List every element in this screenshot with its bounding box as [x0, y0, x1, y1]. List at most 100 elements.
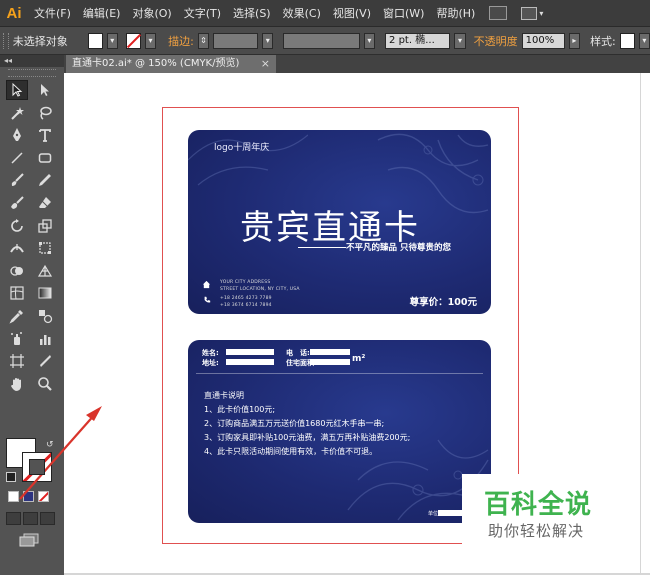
- blend-tool-icon[interactable]: [34, 306, 56, 326]
- eraser-tool-icon[interactable]: [34, 193, 56, 213]
- artboard-tool-icon[interactable]: [6, 351, 28, 371]
- opacity-label[interactable]: 不透明度: [474, 33, 518, 49]
- draw-behind-icon[interactable]: [23, 512, 38, 525]
- instruction-line: 2、订购商品满五万元送价值1680元红木手串一串;: [204, 419, 385, 428]
- fill-dropdown[interactable]: ▾: [106, 32, 118, 49]
- style-label: 样式:: [590, 34, 616, 48]
- stroke-swatch[interactable]: [125, 32, 141, 49]
- slice-tool-icon[interactable]: [34, 351, 56, 371]
- menu-effect[interactable]: 效果(C): [277, 5, 327, 21]
- tools-panel-collapse[interactable]: ◂◂: [0, 55, 64, 67]
- width-tool-icon[interactable]: [6, 238, 28, 258]
- opacity-dropdown[interactable]: ▸: [568, 32, 581, 49]
- eyedropper-tool-icon[interactable]: [6, 306, 28, 326]
- graphic-style-dropdown[interactable]: ▾: [638, 32, 650, 49]
- draw-inside-icon[interactable]: [40, 512, 55, 525]
- document-tab[interactable]: 直通卡02.ai* @ 150% (CMYK/预览) ×: [66, 55, 276, 73]
- canvas-area[interactable]: logo十周年庆 贵宾直通卡 不平凡的臻品 只待尊贵的您 YOUR CITY A…: [19, 73, 640, 573]
- fill-swatch[interactable]: [87, 32, 103, 49]
- scale-tool-icon[interactable]: [34, 216, 56, 236]
- divider: [196, 373, 483, 374]
- menu-object[interactable]: 对象(O): [126, 5, 177, 21]
- instruction-line: 1、此卡价值100元;: [204, 405, 276, 414]
- zoom-tool-icon[interactable]: [34, 374, 56, 394]
- hand-tool-icon[interactable]: [6, 374, 28, 394]
- paintbrush-tool-icon[interactable]: [6, 170, 28, 190]
- mesh-tool-icon[interactable]: [6, 283, 28, 303]
- brush-definition-dropdown[interactable]: ▾: [454, 32, 466, 49]
- bridge-icon[interactable]: [489, 6, 508, 20]
- direct-selection-tool-icon[interactable]: [34, 80, 56, 100]
- magic-wand-tool-icon[interactable]: [6, 103, 28, 123]
- area-field: [310, 359, 350, 365]
- panel-grip[interactable]: [3, 32, 9, 49]
- watermark: 百科全说 助你轻松解决: [462, 474, 632, 549]
- blob-brush-tool-icon[interactable]: [6, 193, 28, 213]
- graphic-style-swatch[interactable]: [619, 32, 635, 49]
- vertical-scrollbar[interactable]: [640, 73, 650, 575]
- address-label: 地址:: [202, 359, 219, 367]
- card-price: 尊享价：100元: [409, 297, 477, 308]
- tools-panel-grip[interactable]: [8, 69, 56, 77]
- menu-type[interactable]: 文字(T): [178, 5, 227, 21]
- column-graph-tool-icon[interactable]: [34, 329, 56, 349]
- phone-label: 电 话:: [286, 349, 310, 357]
- instruction-line: 3、订购家具即补贴100元油费，满五万再补贴油费200元;: [204, 433, 411, 442]
- rotate-tool-icon[interactable]: [6, 216, 28, 236]
- draw-normal-icon[interactable]: [6, 512, 21, 525]
- watermark-subtitle: 助你轻松解决: [488, 522, 585, 540]
- name-label: 姓名:: [202, 349, 219, 357]
- gradient-tool-icon[interactable]: [34, 283, 56, 303]
- type-tool-icon[interactable]: [34, 125, 56, 145]
- menu-window[interactable]: 窗口(W): [377, 5, 430, 21]
- document-tab-bar: 直通卡02.ai* @ 150% (CMYK/预览) ×: [64, 55, 650, 73]
- stroke-dropdown[interactable]: ▾: [144, 32, 157, 49]
- stroke-weight-dropdown[interactable]: ▾: [262, 32, 274, 49]
- name-field: [226, 349, 274, 355]
- menu-bar: Ai 文件(F) 编辑(E) 对象(O) 文字(T) 选择(S) 效果(C) 视…: [0, 0, 650, 27]
- decorative-swirl-icon: [188, 134, 308, 186]
- phone-field: [310, 349, 350, 355]
- address-line: STREET LOCATION, NY CITY, USA: [220, 287, 300, 292]
- pen-tool-icon[interactable]: [6, 125, 28, 145]
- line-segment-tool-icon[interactable]: [6, 148, 28, 168]
- instructions-heading: 直通卡说明: [204, 391, 244, 400]
- stroke-label[interactable]: 描边:: [168, 33, 194, 49]
- app-logo: Ai: [6, 4, 22, 22]
- perspective-grid-tool-icon[interactable]: [34, 261, 56, 281]
- free-transform-tool-icon[interactable]: [34, 238, 56, 258]
- variable-width-dropdown[interactable]: ▾: [363, 32, 376, 49]
- phone-line: +18 2465 4273 7789: [220, 296, 272, 301]
- lasso-tool-icon[interactable]: [34, 103, 56, 123]
- menu-select[interactable]: 选择(S): [227, 5, 277, 21]
- stroke-weight-input[interactable]: [213, 32, 259, 49]
- menu-file[interactable]: 文件(F): [28, 5, 77, 21]
- selection-tool-icon[interactable]: [6, 80, 28, 100]
- watermark-title: 百科全说: [484, 490, 593, 520]
- home-icon: [202, 280, 211, 289]
- rectangle-tool-icon[interactable]: [34, 148, 56, 168]
- variable-width-profile[interactable]: [283, 32, 360, 49]
- card-back[interactable]: 姓名: 电 话: 地址: 住宅面积: m² 直通卡说明 1、此卡价值100元; …: [188, 340, 491, 523]
- brush-definition[interactable]: 2 pt. 椭...: [385, 32, 451, 49]
- annotation-arrow-icon: [19, 406, 102, 500]
- opacity-input[interactable]: 100%: [521, 32, 565, 49]
- slogan-rule: [298, 247, 346, 248]
- pencil-tool-icon[interactable]: [34, 170, 56, 190]
- area-unit: m²: [352, 354, 366, 364]
- symbol-sprayer-tool-icon[interactable]: [6, 329, 28, 349]
- menu-edit[interactable]: 编辑(E): [77, 5, 127, 21]
- address-line: YOUR CITY ADDRESS: [220, 280, 271, 285]
- card-slogan: 不平凡的臻品 只待尊贵的您: [346, 243, 451, 253]
- close-icon[interactable]: ×: [261, 55, 270, 73]
- arrange-documents-icon[interactable]: ▾: [521, 6, 543, 20]
- card-front[interactable]: logo十周年庆 贵宾直通卡 不平凡的臻品 只待尊贵的您 YOUR CITY A…: [188, 130, 491, 314]
- shape-builder-tool-icon[interactable]: [6, 261, 28, 281]
- screen-mode-icon[interactable]: [18, 533, 40, 547]
- menu-view[interactable]: 视图(V): [327, 5, 377, 21]
- stroke-weight-stepper[interactable]: ⇕: [197, 32, 210, 49]
- menu-help[interactable]: 帮助(H): [430, 5, 481, 21]
- instruction-line: 4、此卡只限活动期间使用有效，卡价值不可退。: [204, 447, 378, 456]
- phone-line: +18 3674 6714 7894: [220, 303, 272, 308]
- control-bar: 未选择对象 ▾ ▾ 描边: ⇕ ▾ ▾ 2 pt. 椭... ▾ 不透明度 10…: [0, 27, 650, 55]
